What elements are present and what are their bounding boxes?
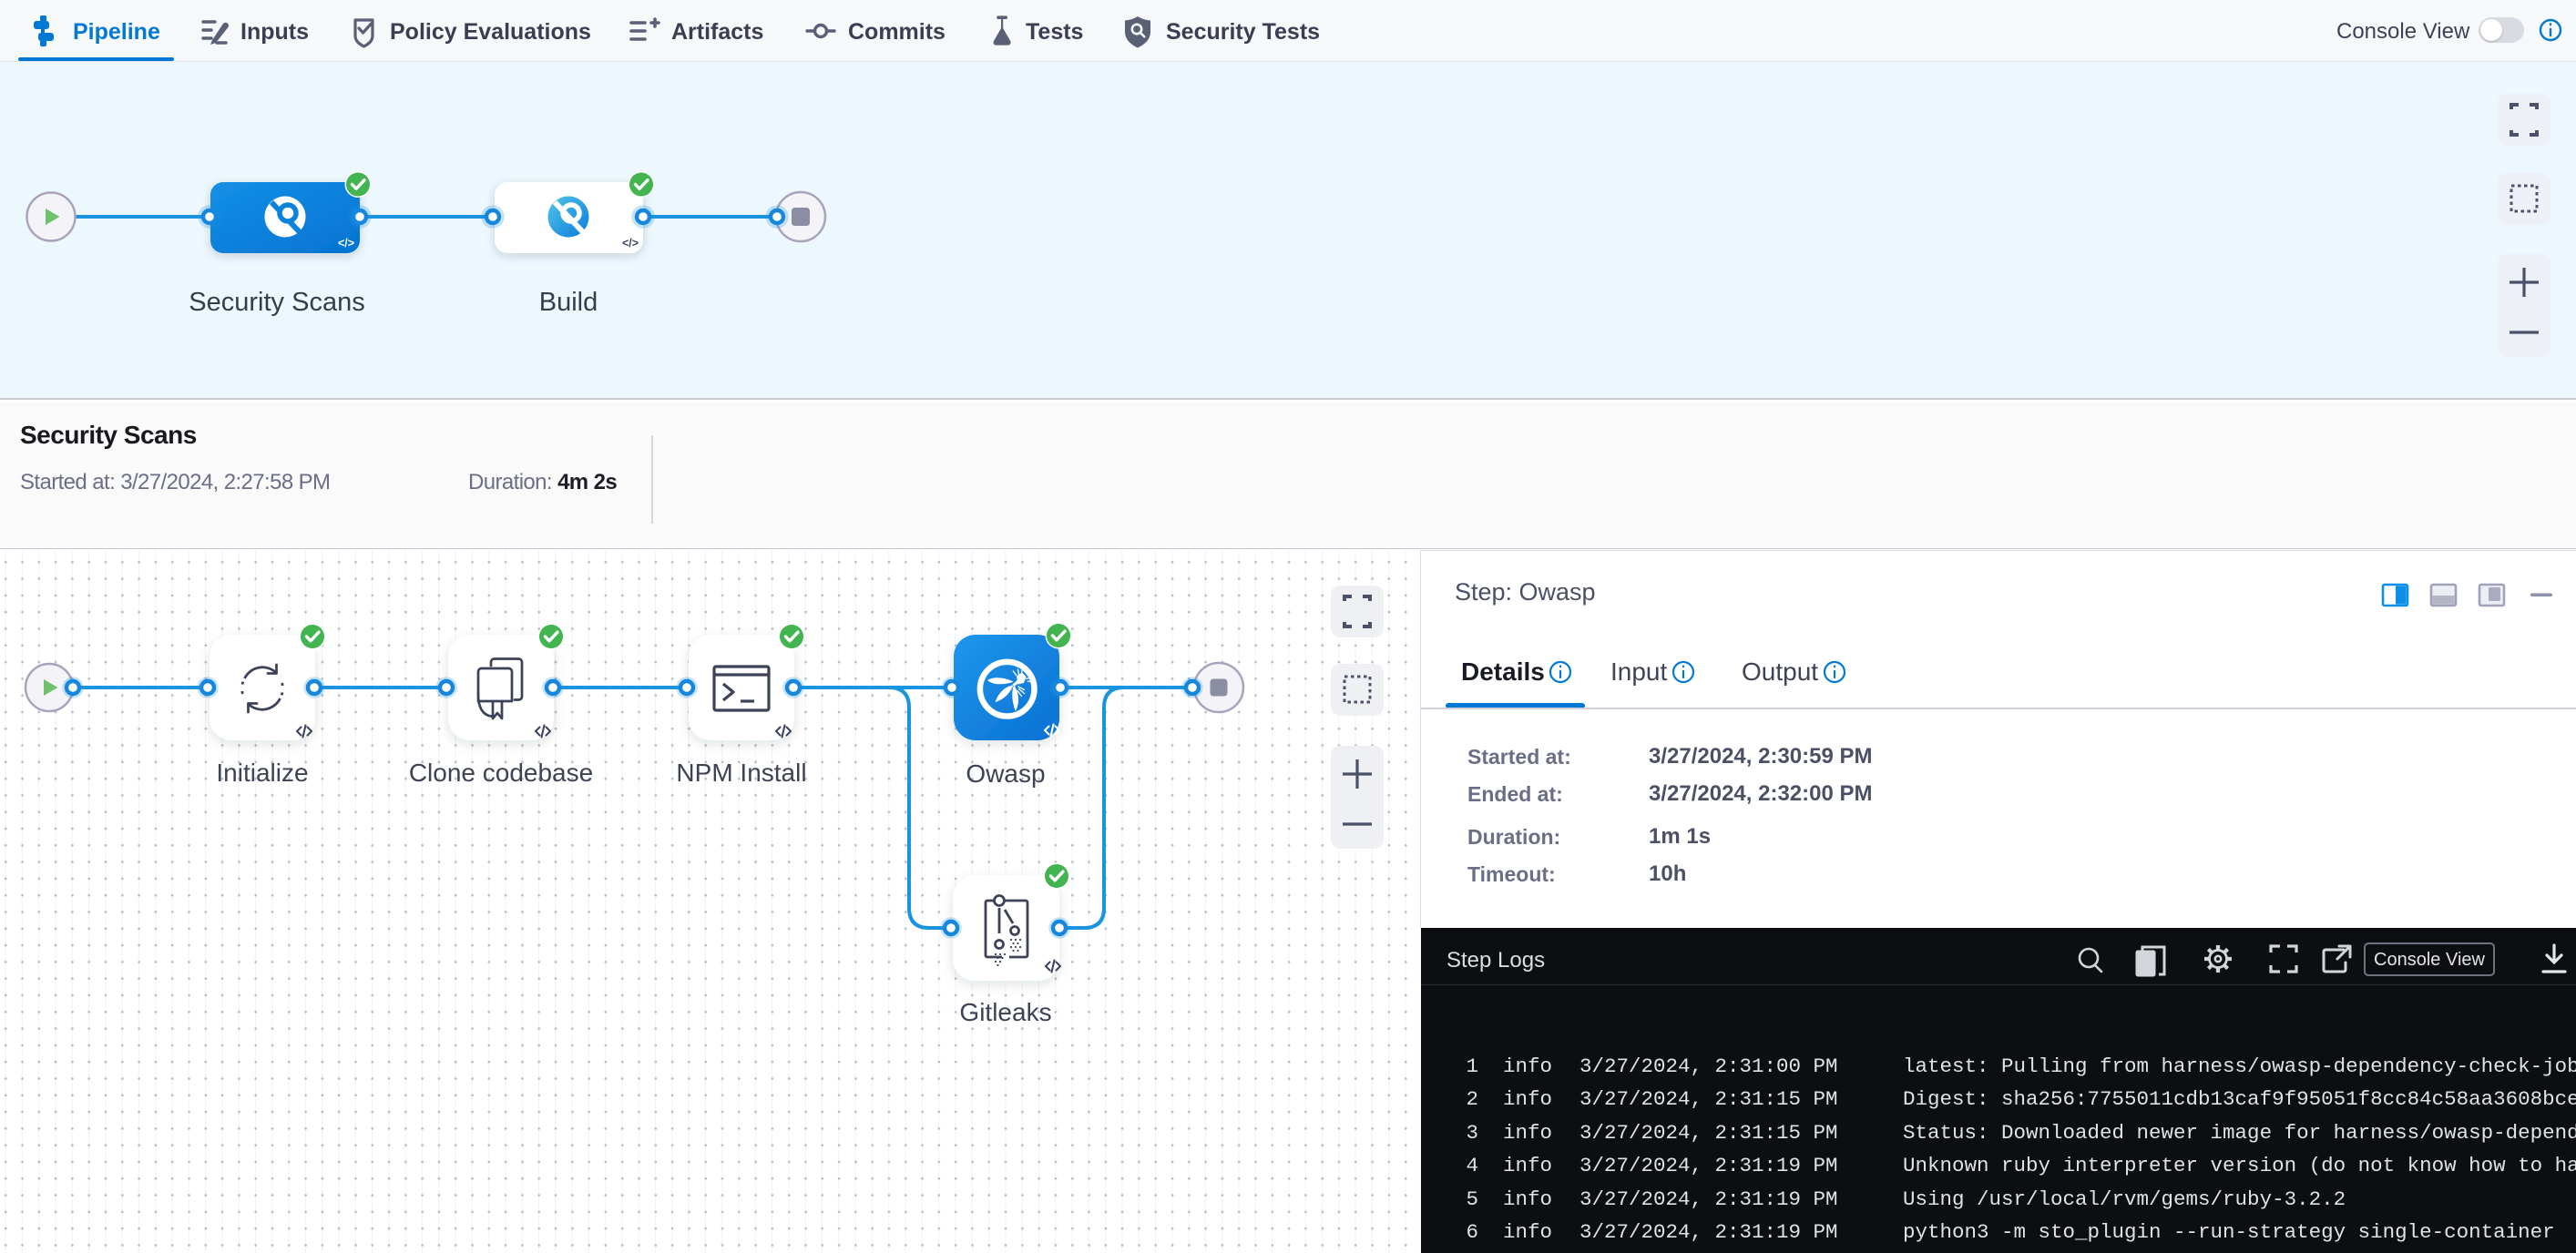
svg-text:Inputs: Inputs bbox=[240, 19, 309, 45]
svg-text:Tests: Tests bbox=[1026, 19, 1083, 45]
svg-text:Owasp: Owasp bbox=[966, 759, 1045, 788]
svg-text:NPM Install: NPM Install bbox=[676, 759, 806, 787]
svg-text:Build: Build bbox=[539, 288, 598, 317]
svg-text:</>: </> bbox=[622, 237, 639, 250]
svg-text:Console View: Console View bbox=[2336, 19, 2470, 44]
svg-text:</>: </> bbox=[338, 237, 354, 250]
svg-text:Initialize: Initialize bbox=[216, 759, 308, 787]
svg-text:Clone codebase: Clone codebase bbox=[409, 759, 593, 787]
svg-text:Artifacts: Artifacts bbox=[671, 19, 763, 45]
svg-text:Security Scans: Security Scans bbox=[189, 288, 364, 317]
svg-text:Pipeline: Pipeline bbox=[73, 19, 160, 45]
svg-text:Policy Evaluations: Policy Evaluations bbox=[390, 19, 591, 45]
svg-text:Gitleaks: Gitleaks bbox=[959, 998, 1051, 1026]
svg-text:Commits: Commits bbox=[848, 19, 946, 45]
svg-text:Security Tests: Security Tests bbox=[1166, 19, 1320, 45]
